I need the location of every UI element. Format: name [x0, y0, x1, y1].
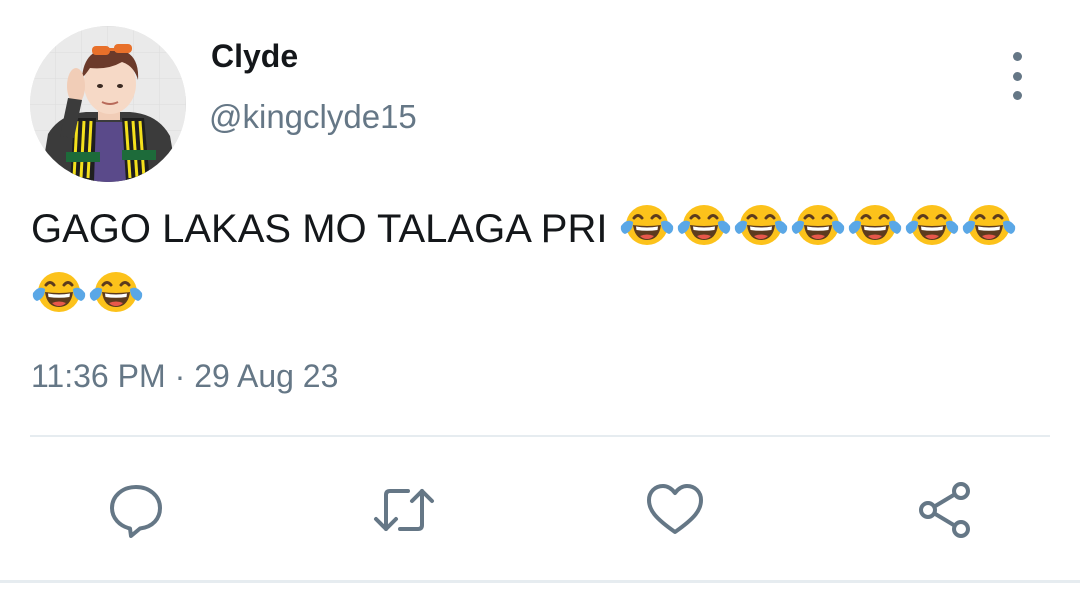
reply-icon [110, 485, 162, 538]
retweet-button[interactable] [372, 478, 436, 542]
tweet-time: 11:36 PM [31, 358, 166, 394]
tweet: Clyde @kingclyde15 GAGO LAKAS MO TALAGA … [0, 0, 1080, 600]
more-dot [1012, 52, 1022, 61]
tweet-timestamp[interactable]: 11:36 PM · 29 Aug 23 [31, 358, 338, 395]
tweet-date: 29 Aug 23 [194, 358, 339, 394]
share-icon [919, 482, 970, 538]
more-dot [1012, 71, 1022, 81]
tweet-text: GAGO LAKAS MO TALAGA PRI [31, 200, 1071, 332]
more-dot [1012, 91, 1022, 100]
laughing-emoji-icon [790, 200, 846, 250]
avatar[interactable] [30, 26, 186, 182]
laughing-emoji-icon [733, 200, 789, 250]
share-button[interactable] [913, 478, 977, 542]
laughing-emoji-icon [847, 200, 903, 250]
emoji-row [619, 200, 1018, 265]
meta-separator: · [174, 358, 186, 394]
laughing-emoji-icon [619, 200, 675, 250]
display-name[interactable]: Clyde [211, 38, 298, 75]
laughing-emoji-icon [88, 267, 144, 317]
user-handle[interactable]: @kingclyde15 [209, 98, 417, 136]
laughing-emoji-icon [904, 200, 960, 250]
laughing-emoji-icon [31, 267, 87, 317]
emoji-row [31, 267, 1071, 332]
laughing-emoji-icon [961, 200, 1017, 250]
divider [30, 435, 1050, 437]
reply-button[interactable] [104, 478, 168, 542]
heart-icon [647, 484, 703, 534]
laughing-emoji-icon [676, 200, 732, 250]
retweet-icon [374, 489, 434, 531]
bottom-divider [0, 580, 1080, 583]
like-button[interactable] [643, 478, 707, 542]
tweet-text-body: GAGO LAKAS MO TALAGA PRI [31, 207, 608, 251]
more-options-icon[interactable] [1000, 52, 1034, 100]
